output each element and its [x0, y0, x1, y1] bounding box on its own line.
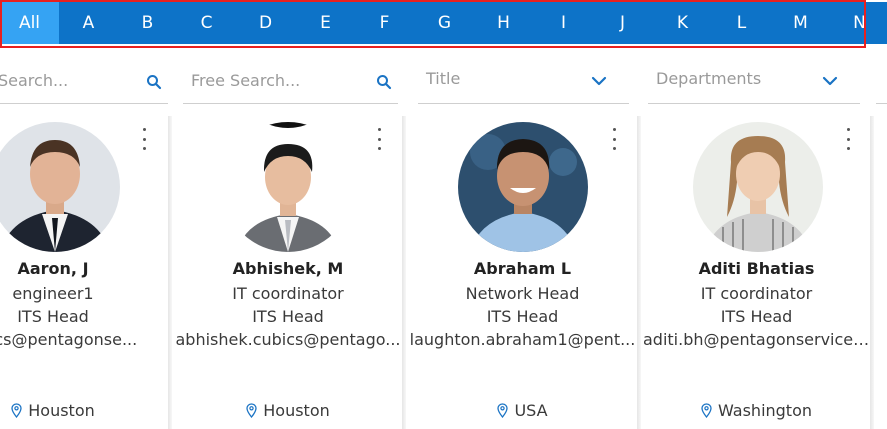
- title-dropdown[interactable]: Title: [418, 62, 629, 104]
- free-search-input[interactable]: Free Search...: [183, 62, 398, 104]
- location-label: Houston: [28, 401, 95, 420]
- alphabet-k[interactable]: K: [653, 2, 712, 44]
- alphabet-b[interactable]: B: [118, 2, 177, 44]
- alphabet-e[interactable]: E: [296, 2, 355, 44]
- avatar: [0, 122, 120, 252]
- employee-department: ITS Head: [252, 307, 324, 326]
- location-pin-icon: [497, 403, 509, 418]
- employee-location: Houston: [174, 401, 402, 420]
- alphabet-f[interactable]: F: [355, 2, 414, 44]
- card-divider: [402, 116, 406, 429]
- employee-name: Aditi Bhatias: [698, 259, 815, 278]
- location-label: Houston: [263, 401, 330, 420]
- employee-department: ITS Head: [720, 307, 793, 326]
- alphabet-h[interactable]: H: [474, 2, 533, 44]
- employee-role: IT coordinator: [700, 284, 813, 303]
- alphabet-a[interactable]: A: [59, 2, 118, 44]
- location-pin-icon: [246, 403, 257, 418]
- card-divider: [870, 116, 874, 429]
- employee-role: IT coordinator: [232, 284, 344, 303]
- alphabet-j[interactable]: J: [593, 2, 652, 44]
- alphabet-n[interactable]: N: [830, 2, 887, 44]
- location-pin-icon: [11, 403, 22, 418]
- employee-department: ITS Head: [486, 307, 559, 326]
- employee-location: Houston: [0, 401, 166, 420]
- alphabet-c[interactable]: C: [177, 2, 236, 44]
- more-options-icon[interactable]: [608, 128, 620, 150]
- location-label: USA: [514, 401, 548, 420]
- employee-name: Abhishek, M: [232, 259, 344, 278]
- alphabet-l[interactable]: L: [712, 2, 771, 44]
- departments-dropdown[interactable]: Departments: [648, 62, 860, 104]
- employee-email[interactable]: abhishek.cubics@pentago...: [174, 330, 402, 349]
- avatar: [223, 122, 353, 252]
- location-label: Washington: [717, 401, 813, 420]
- employee-card[interactable]: Abraham L Network Head ITS Head laughton…: [408, 116, 637, 429]
- employee-role: engineer1: [12, 284, 94, 303]
- employee-location: Washington: [643, 401, 870, 420]
- employee-location: USA: [408, 401, 637, 420]
- free-search-placeholder: Free Search...: [191, 71, 301, 90]
- avatar: [458, 122, 588, 252]
- avatar: [693, 122, 823, 252]
- employee-email[interactable]: cubics@pentagonse...: [0, 330, 158, 349]
- departments-dropdown-placeholder: Departments: [656, 69, 762, 88]
- employee-role: Network Head: [465, 284, 580, 303]
- employee-email[interactable]: laughton.abraham1@pent...: [408, 330, 637, 349]
- location-pin-icon: [701, 403, 712, 418]
- alphabet-d[interactable]: D: [236, 2, 295, 44]
- alphabet-filter-bar: All A B C D E F G H I J K L M N: [0, 2, 887, 44]
- alphabet-all[interactable]: All: [0, 2, 59, 44]
- more-options-icon[interactable]: [842, 128, 854, 150]
- employee-name: Abraham L: [473, 259, 572, 278]
- extra-filter-input[interactable]: [876, 62, 887, 104]
- alphabet-i[interactable]: I: [534, 2, 593, 44]
- search-icon[interactable]: [376, 74, 392, 90]
- card-divider: [637, 116, 641, 429]
- title-dropdown-placeholder: Title: [426, 69, 461, 88]
- search-icon[interactable]: [146, 74, 162, 90]
- alphabet-g[interactable]: G: [415, 2, 474, 44]
- card-divider: [168, 116, 172, 429]
- search-placeholder: Search...: [0, 71, 69, 90]
- employee-card[interactable]: Aditi Bhatias IT coordinator ITS Head ad…: [643, 116, 870, 429]
- chevron-down-icon[interactable]: [591, 73, 607, 89]
- more-options-icon[interactable]: [138, 128, 150, 150]
- employee-name: Aaron, J: [17, 259, 89, 278]
- employee-email[interactable]: aditi.bh@pentagonservices...: [643, 330, 870, 349]
- employee-card[interactable]: Aaron, J engineer1 ITS Head cubics@penta…: [0, 116, 166, 429]
- employee-department: ITS Head: [17, 307, 89, 326]
- search-input[interactable]: Search...: [0, 62, 168, 104]
- more-options-icon[interactable]: [373, 128, 385, 150]
- employee-card[interactable]: Abhishek, M IT coordinator ITS Head abhi…: [174, 116, 402, 429]
- chevron-down-icon[interactable]: [822, 73, 838, 89]
- alphabet-m[interactable]: M: [771, 2, 830, 44]
